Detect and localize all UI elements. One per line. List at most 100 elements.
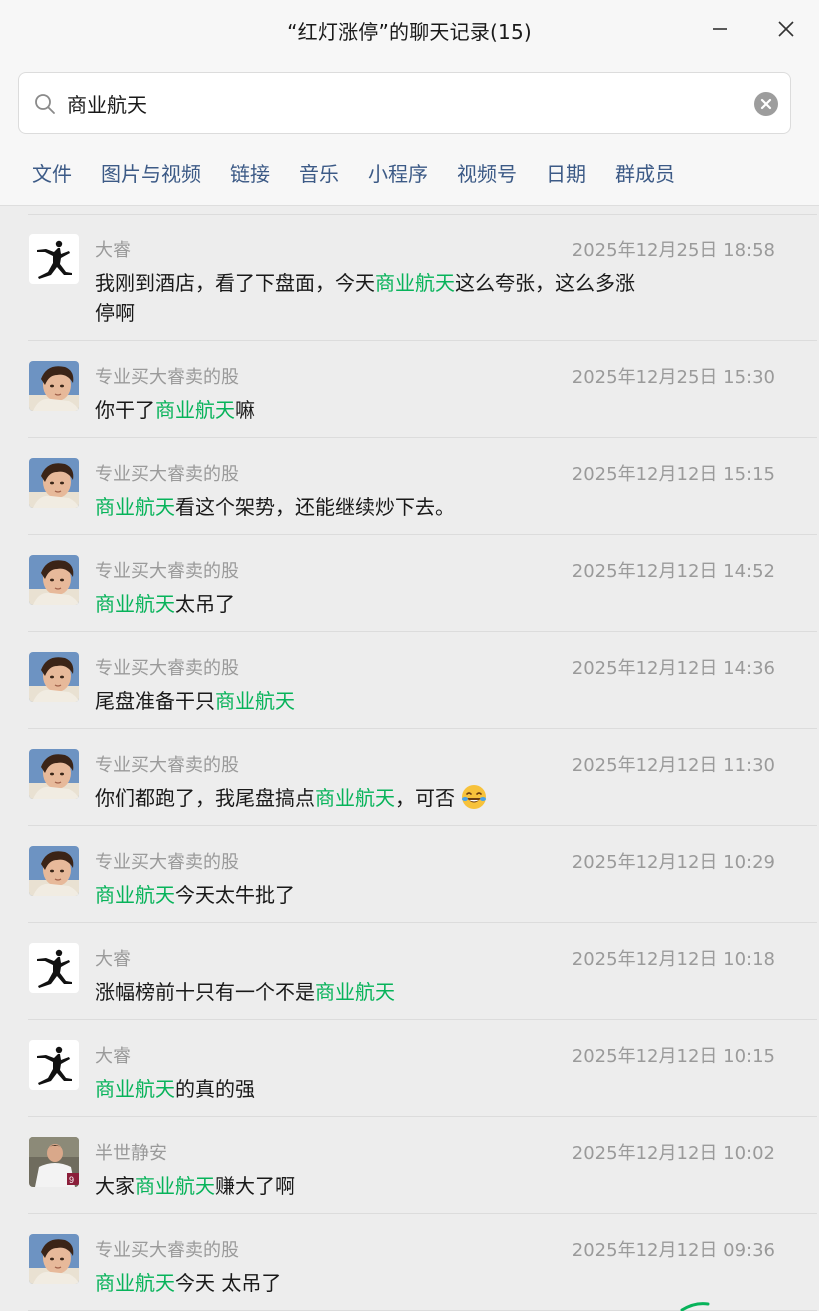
message-result-item[interactable]: 专业买大睿卖的股 2025年12月12日 14:36 尾盘准备干只商业航天 bbox=[28, 632, 817, 729]
search-input[interactable] bbox=[67, 73, 727, 133]
message-text-after: 太吊了 bbox=[175, 592, 235, 616]
sender-name: 专业买大睿卖的股 bbox=[95, 367, 239, 388]
jordan-logo-avatar[interactable] bbox=[29, 234, 79, 284]
jordan-logo-avatar[interactable] bbox=[29, 1040, 79, 1090]
keyword-highlight: 商业航天 bbox=[95, 1077, 175, 1101]
message-text-after: 嘛 bbox=[235, 398, 255, 422]
message-text: 商业航天今天太牛批了 bbox=[95, 880, 635, 910]
message-text: 涨幅榜前十只有一个不是商业航天 bbox=[95, 977, 635, 1007]
message-text: 商业航天的真的强 bbox=[95, 1074, 635, 1104]
tab-group-members[interactable]: 群成员 bbox=[615, 158, 675, 187]
message-text-after: 今天 太吊了 bbox=[175, 1271, 282, 1295]
message-timestamp: 2025年12月12日 10:15 bbox=[571, 1046, 775, 1067]
tab-links[interactable]: 链接 bbox=[230, 158, 270, 187]
message-timestamp: 2025年12月12日 14:36 bbox=[571, 658, 775, 679]
window-title: “红灯涨停”的聊天记录(15) bbox=[287, 20, 532, 44]
tab-files[interactable]: 文件 bbox=[32, 158, 72, 187]
keyword-highlight: 商业航天 bbox=[95, 883, 175, 907]
laughing-crying-emoji bbox=[462, 785, 487, 809]
message-text-before: 尾盘准备干只 bbox=[95, 689, 215, 713]
keyword-highlight: 商业航天 bbox=[215, 689, 295, 713]
boy-portrait-avatar[interactable] bbox=[29, 846, 79, 896]
message-text-before: 大家 bbox=[95, 1174, 135, 1198]
keyword-highlight: 商业航天 bbox=[135, 1174, 215, 1198]
clear-icon[interactable] bbox=[754, 92, 778, 116]
message-text: 商业航天今天 太吊了 bbox=[95, 1268, 635, 1298]
boy-portrait-avatar[interactable] bbox=[29, 749, 79, 799]
keyword-highlight: 商业航天 bbox=[375, 271, 455, 295]
message-text-after: ，可否 bbox=[395, 786, 455, 810]
message-text: 大家商业航天赚大了啊 bbox=[95, 1171, 635, 1201]
scroll-indicator bbox=[680, 1302, 710, 1311]
message-timestamp: 2025年12月25日 15:30 bbox=[571, 367, 775, 388]
keyword-highlight: 商业航天 bbox=[95, 495, 175, 519]
message-text-before: 你们都跑了，我尾盘搞点 bbox=[95, 786, 315, 810]
chat-history-window: “红灯涨停”的聊天记录(15) 文件 bbox=[0, 0, 819, 1311]
search-box[interactable] bbox=[18, 72, 791, 134]
tab-music[interactable]: 音乐 bbox=[299, 158, 339, 187]
minimize-button[interactable] bbox=[705, 14, 735, 44]
keyword-highlight: 商业航天 bbox=[315, 786, 395, 810]
boy-portrait-avatar[interactable] bbox=[29, 458, 79, 508]
sender-name: 大睿 bbox=[95, 240, 131, 261]
message-timestamp: 2025年12月12日 10:02 bbox=[571, 1143, 775, 1164]
boy-portrait-avatar[interactable] bbox=[29, 1234, 79, 1284]
message-timestamp: 2025年12月12日 15:15 bbox=[571, 464, 775, 485]
message-text-before: 你干了 bbox=[95, 398, 155, 422]
message-result-item[interactable]: 大睿 2025年12月12日 10:18 涨幅榜前十只有一个不是商业航天 bbox=[28, 923, 817, 1020]
sender-name: 专业买大睿卖的股 bbox=[95, 755, 239, 776]
message-timestamp: 2025年12月12日 10:29 bbox=[571, 852, 775, 873]
sender-name: 专业买大睿卖的股 bbox=[95, 1240, 239, 1261]
message-text: 商业航天看这个架势，还能继续炒下去。 bbox=[95, 492, 635, 522]
message-results-list: 大睿 2025年12月25日 18:58 我刚到酒店，看了下盘面，今天商业航天这么夸… bbox=[0, 214, 817, 1311]
keyword-highlight: 商业航天 bbox=[155, 398, 235, 422]
message-result-item[interactable]: 大睿 2025年12月25日 18:58 我刚到酒店，看了下盘面，今天商业航天这么夸… bbox=[28, 214, 817, 341]
keyword-highlight: 商业航天 bbox=[95, 592, 175, 616]
message-text-after: 赚大了啊 bbox=[215, 1174, 295, 1198]
message-text: 你干了商业航天嘛 bbox=[95, 395, 635, 425]
message-result-item[interactable]: 专业买大睿卖的股 2025年12月12日 14:52 商业航天太吊了 bbox=[28, 535, 817, 632]
message-text: 你们都跑了，我尾盘搞点商业航天，可否 bbox=[95, 783, 635, 813]
jordan-logo-avatar[interactable] bbox=[29, 943, 79, 993]
message-text-before: 涨幅榜前十只有一个不是 bbox=[95, 980, 315, 1004]
sender-name: 专业买大睿卖的股 bbox=[95, 852, 239, 873]
sender-name: 大睿 bbox=[95, 949, 131, 970]
svg-text:9: 9 bbox=[69, 1175, 74, 1185]
message-text-after: 的真的强 bbox=[175, 1077, 255, 1101]
sender-name: 专业买大睿卖的股 bbox=[95, 464, 239, 485]
boy-portrait-avatar[interactable] bbox=[29, 555, 79, 605]
message-result-item[interactable]: 专业买大睿卖的股 2025年12月25日 15:30 你干了商业航天嘛 bbox=[28, 341, 817, 438]
sender-name: 半世静安 bbox=[95, 1143, 167, 1164]
message-result-item[interactable]: 专业买大睿卖的股 2025年12月12日 10:29 商业航天今天太牛批了 bbox=[28, 826, 817, 923]
boy-portrait-avatar[interactable] bbox=[29, 361, 79, 411]
message-text: 尾盘准备干只商业航天 bbox=[95, 686, 635, 716]
message-result-item[interactable]: 专业买大睿卖的股 2025年12月12日 11:30 你们都跑了，我尾盘搞点商业航天… bbox=[28, 729, 817, 826]
message-timestamp: 2025年12月12日 11:30 bbox=[571, 755, 775, 776]
window-header: “红灯涨停”的聊天记录(15) 文件 bbox=[0, 0, 819, 206]
close-icon bbox=[778, 21, 794, 37]
message-timestamp: 2025年12月12日 14:52 bbox=[571, 561, 775, 582]
message-text-before: 我刚到酒店，看了下盘面，今天 bbox=[95, 271, 375, 295]
filter-tabs: 文件 图片与视频 链接 音乐 小程序 视频号 日期 群成员 bbox=[32, 158, 704, 187]
message-result-item[interactable]: 专业买大睿卖的股 2025年12月12日 09:36 商业航天今天 太吊了 bbox=[28, 1214, 817, 1311]
sender-name: 专业买大睿卖的股 bbox=[95, 561, 239, 582]
message-text: 商业航天太吊了 bbox=[95, 589, 635, 619]
football-player-avatar[interactable]: 9 bbox=[29, 1137, 79, 1187]
tab-channels[interactable]: 视频号 bbox=[457, 158, 517, 187]
boy-portrait-avatar[interactable] bbox=[29, 652, 79, 702]
tab-photos-videos[interactable]: 图片与视频 bbox=[101, 158, 201, 187]
message-text: 我刚到酒店，看了下盘面，今天商业航天这么夸张，这么多涨停啊 bbox=[95, 268, 635, 328]
minimize-icon bbox=[713, 28, 727, 30]
sender-name: 专业买大睿卖的股 bbox=[95, 658, 239, 679]
message-text-after: 今天太牛批了 bbox=[175, 883, 295, 907]
tab-date[interactable]: 日期 bbox=[546, 158, 586, 187]
message-text-after: 看这个架势，还能继续炒下去。 bbox=[175, 495, 455, 519]
message-result-item[interactable]: 大睿 2025年12月12日 10:15 商业航天的真的强 bbox=[28, 1020, 817, 1117]
message-result-item[interactable]: 专业买大睿卖的股 2025年12月12日 15:15 商业航天看这个架势，还能继续炒… bbox=[28, 438, 817, 535]
keyword-highlight: 商业航天 bbox=[315, 980, 395, 1004]
keyword-highlight: 商业航天 bbox=[95, 1271, 175, 1295]
search-icon bbox=[35, 94, 55, 114]
tab-mini-programs[interactable]: 小程序 bbox=[368, 158, 428, 187]
message-result-item[interactable]: 9 半世静安 2025年12月12日 10:02 大家商业航天赚大了啊 bbox=[28, 1117, 817, 1214]
close-button[interactable] bbox=[771, 14, 801, 44]
